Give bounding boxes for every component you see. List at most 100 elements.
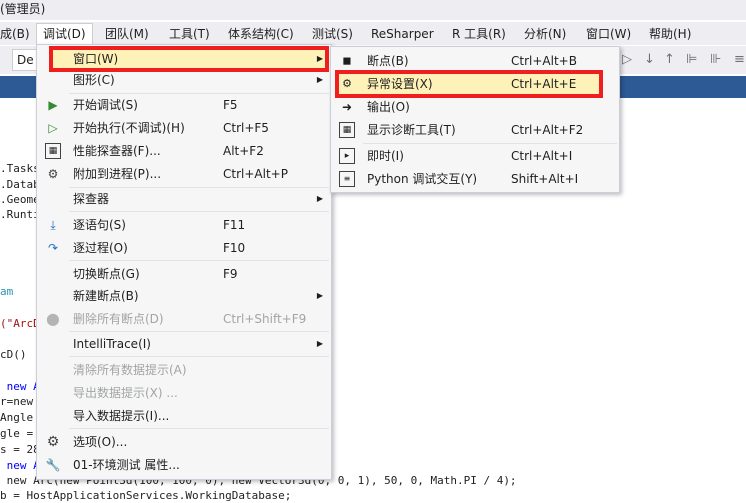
submenu-arrow-icon: ▶ — [316, 291, 323, 300]
menu-item-label: 逐语句(S) — [73, 218, 126, 232]
step-down-icon[interactable]: ↓ — [644, 52, 655, 67]
menu-item-label: 选项(O)... — [73, 435, 128, 449]
python-icon: ≡ — [339, 171, 355, 187]
submenu-item-python-interactive[interactable]: ≡ Python 调试交互(Y) Shift+Alt+I — [331, 168, 619, 190]
exception-icon: ⚙ — [342, 77, 352, 90]
menu-tools[interactable]: 工具(T) — [163, 24, 216, 44]
menu-item-performance-profiler[interactable]: ▦ 性能探查器(F)... Alt+F2 — [37, 140, 331, 162]
separator — [69, 260, 329, 261]
title-bar: (管理员) — [0, 0, 746, 20]
separator — [363, 143, 617, 144]
menu-item-label: 01-环境测试 属性... — [73, 458, 180, 472]
code-line: .Geome — [0, 193, 40, 206]
play-outline-icon: ▷ — [48, 121, 58, 135]
menu-item-shortcut: Ctrl+Alt+F2 — [511, 123, 584, 137]
menu-item-shortcut: Ctrl+Alt+P — [223, 167, 288, 181]
menu-item-shortcut: Ctrl+Alt+I — [511, 149, 573, 163]
menu-architecture[interactable]: 体系结构(C) — [222, 24, 300, 44]
menu-item-export-datatips: 导出数据提示(X) ... — [37, 382, 331, 404]
menu-item-import-datatips[interactable]: 导入数据提示(I)... — [37, 405, 331, 427]
menu-item-label: 断点(B) — [367, 54, 409, 68]
code-line: am — [0, 285, 14, 298]
menu-item-shortcut: Ctrl+Shift+F9 — [223, 312, 307, 326]
menu-help[interactable]: 帮助(H) — [643, 24, 697, 44]
menu-analyze[interactable]: 分析(N) — [518, 24, 572, 44]
code-line: b = HostApplicationServices.WorkingDatab… — [0, 489, 292, 502]
submenu-item-diagnostic-tools[interactable]: ▦ 显示诊断工具(T) Ctrl+Alt+F2 — [331, 119, 619, 141]
menu-item-label: 显示诊断工具(T) — [367, 123, 456, 137]
menu-item-label: IntelliTrace(I) — [73, 337, 151, 351]
menu-item-label: 图形(C) — [73, 73, 115, 87]
play-icon: ▶ — [48, 98, 58, 112]
code-line: r=new — [0, 395, 34, 408]
continue-icon[interactable]: ▷ — [622, 52, 632, 67]
menu-item-label: Python 调试交互(Y) — [367, 172, 478, 186]
align-left-icon[interactable]: ⊫ — [686, 52, 697, 67]
step-over-icon: ↷ — [47, 241, 59, 255]
menu-item-attach-to-process[interactable]: ⚙ 附加到进程(P)... Ctrl+Alt+P — [37, 163, 331, 185]
submenu-item-output[interactable]: ➜ 输出(O) — [331, 96, 619, 118]
menu-item-shortcut: Ctrl+F5 — [223, 121, 269, 135]
diagnostics-icon: ▦ — [339, 122, 355, 138]
menu-item-label: 清除所有数据提示(A) — [73, 363, 187, 377]
submenu-arrow-icon: ▶ — [316, 75, 323, 84]
menu-item-label: 异常设置(X) — [367, 77, 433, 91]
menu-item-label: 逐过程(O) — [73, 241, 128, 255]
menu-window[interactable]: 窗口(W) — [580, 24, 637, 44]
menu-item-label: 删除所有断点(D) — [73, 312, 164, 326]
align-right-icon[interactable]: ⊪ — [710, 52, 721, 67]
menu-item-profiler[interactable]: 探查器 ▶ — [37, 188, 331, 210]
step-up-icon[interactable]: ↑ — [664, 52, 675, 67]
delete-breakpoints-icon: ⬤ — [46, 312, 60, 326]
separator — [69, 331, 329, 332]
menu-resharper[interactable]: ReSharper — [365, 24, 440, 44]
menu-item-label: 附加到进程(P)... — [73, 167, 162, 181]
menu-item-graphics[interactable]: 图形(C) ▶ — [37, 69, 331, 91]
window-title: (管理员) — [0, 2, 46, 16]
window-submenu: ◼ 断点(B) Ctrl+Alt+B ⚙ 异常设置(X) Ctrl+Alt+E … — [330, 46, 620, 193]
menu-test[interactable]: 测试(S) — [306, 24, 359, 44]
code-line: .Datab — [0, 178, 40, 191]
menu-item-label: 导入数据提示(I)... — [73, 409, 170, 423]
separator — [69, 211, 329, 212]
step-into-icon: ⤓ — [50, 218, 56, 232]
menu-item-start-without-debugging[interactable]: ▷ 开始执行(不调试)(H) Ctrl+F5 — [37, 117, 331, 139]
menu-item-start-debugging[interactable]: ▶ 开始调试(S) F5 — [37, 94, 331, 116]
separator — [69, 356, 329, 357]
menu-item-window[interactable]: 窗口(W) ▶ — [37, 48, 331, 70]
output-icon: ➜ — [341, 100, 353, 114]
menu-item-project-properties[interactable]: 🔧 01-环境测试 属性... — [37, 454, 331, 476]
code-line: ("ArcD — [0, 317, 40, 330]
submenu-arrow-icon: ▶ — [316, 339, 323, 348]
code-line: Angle — [0, 411, 34, 424]
more-icon[interactable]: ≡ — [734, 52, 745, 67]
menu-item-label: 即时(I) — [367, 149, 404, 163]
menu-build[interactable]: 成(B) — [0, 24, 36, 44]
breakpoint-icon: ◼ — [342, 54, 352, 67]
menu-item-label: 性能探查器(F)... — [73, 144, 161, 158]
menu-item-label: 开始调试(S) — [73, 98, 138, 112]
immediate-icon: ▸ — [339, 148, 355, 164]
menu-bar: 成(B) 调试(D) 团队(M) 工具(T) 体系结构(C) 测试(S) ReS… — [0, 22, 746, 45]
menu-item-step-into[interactable]: ⤓ 逐语句(S) F11 — [37, 214, 331, 236]
debug-menu: 窗口(W) ▶ 图形(C) ▶ ▶ 开始调试(S) F5 ▷ 开始执行(不调试)… — [36, 44, 332, 480]
menu-item-new-breakpoint[interactable]: 新建断点(B) ▶ — [37, 285, 331, 307]
code-line: cD() — [0, 348, 27, 361]
menu-item-label: 探查器 — [73, 192, 110, 206]
submenu-item-exception-settings[interactable]: ⚙ 异常设置(X) Ctrl+Alt+E — [331, 73, 619, 95]
menu-item-shortcut: F10 — [223, 241, 246, 255]
wrench-icon: 🔧 — [45, 458, 61, 472]
menu-debug[interactable]: 调试(D) — [36, 23, 93, 45]
submenu-item-breakpoints[interactable]: ◼ 断点(B) Ctrl+Alt+B — [331, 50, 619, 72]
gear-icon: ⚙ — [46, 434, 60, 450]
chart-icon: ▦ — [45, 143, 61, 159]
menu-item-delete-all-breakpoints: ⬤ 删除所有断点(D) Ctrl+Shift+F9 — [37, 308, 331, 330]
menu-item-toggle-breakpoint[interactable]: 切换断点(G) F9 — [37, 263, 331, 285]
menu-team[interactable]: 团队(M) — [99, 24, 155, 44]
menu-item-step-over[interactable]: ↷ 逐过程(O) F10 — [37, 237, 331, 259]
submenu-item-immediate[interactable]: ▸ 即时(I) Ctrl+Alt+I — [331, 145, 619, 167]
menu-item-intellitrace[interactable]: IntelliTrace(I) ▶ — [37, 333, 331, 355]
menu-item-label: 窗口(W) — [73, 52, 119, 66]
menu-item-options[interactable]: ⚙ 选项(O)... — [37, 431, 331, 453]
menu-r-tools[interactable]: R 工具(R) — [446, 24, 512, 44]
